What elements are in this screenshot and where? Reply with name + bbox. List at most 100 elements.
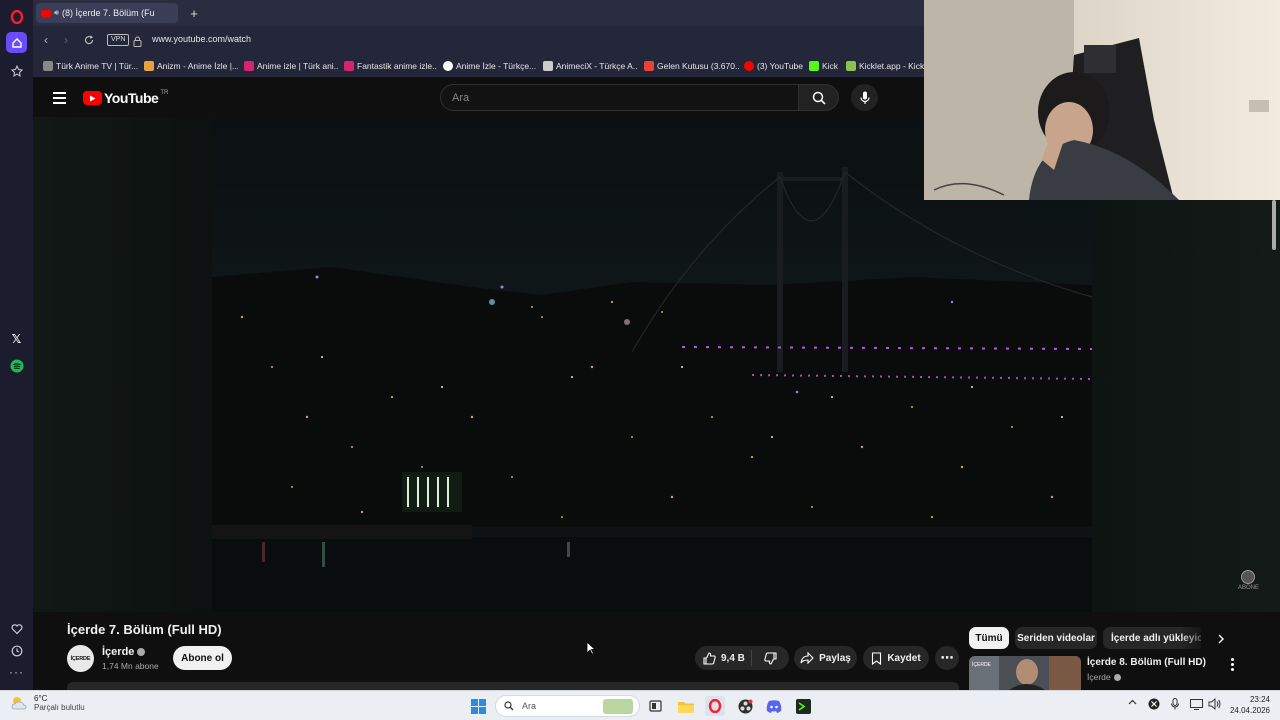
dislike-button[interactable] <box>752 651 788 665</box>
kick-icon <box>809 61 819 71</box>
bookmark-item[interactable]: Türk Anime TV | Tür... <box>43 59 138 73</box>
bookmark-favicon-icon <box>43 61 53 71</box>
subscribe-button[interactable]: Abone ol <box>173 646 232 670</box>
like-dislike-group: 9,4 B <box>695 646 789 670</box>
tray-app-icon[interactable] <box>1148 698 1160 713</box>
display-tray-icon[interactable] <box>1190 699 1203 713</box>
chevron-right-icon[interactable] <box>1212 630 1230 648</box>
tray-overflow-icon[interactable] <box>1128 698 1137 710</box>
browser-sidebar: 𝕏 ··· <box>0 0 33 690</box>
back-icon[interactable]: ‹ <box>38 32 54 48</box>
bookmark-item[interactable]: Gelen Kutusu (3.670... <box>644 59 739 73</box>
save-button[interactable]: Kaydet <box>863 646 929 670</box>
search-highlight-icon <box>603 699 633 714</box>
bookmark-item[interactable]: Kicklet.app - Kick ... <box>846 59 924 73</box>
history-icon[interactable] <box>6 640 27 661</box>
channel-avatar[interactable]: İÇERDE <box>67 645 94 672</box>
terminal-app-icon[interactable] <box>793 696 813 716</box>
url-field[interactable]: www.youtube.com/watch <box>152 34 251 44</box>
tab-title: (8) İçerde 7. Bölüm (Fu <box>62 8 155 18</box>
bookmark-favicon-icon <box>144 61 154 71</box>
volume-icon[interactable] <box>1208 697 1221 713</box>
bookmarks-bar: Türk Anime TV | Tür... Anizm - Anime İzl… <box>33 54 924 78</box>
svg-text:İÇERDE: İÇERDE <box>972 661 992 668</box>
opera-logo-icon[interactable] <box>6 6 27 27</box>
bookmark-item[interactable]: Anizm - Anime İzle |... <box>144 59 238 73</box>
microphone-tray-icon[interactable] <box>1171 698 1179 713</box>
new-tab-button[interactable]: + <box>185 4 203 22</box>
youtube-header: YouTube TR Ara <box>33 78 924 117</box>
speaker-icon: 🔊︎ <box>54 8 60 17</box>
chip-series-videos[interactable]: Seriden videolar <box>1015 627 1097 649</box>
bookmark-favicon-icon <box>543 61 553 71</box>
bookmark-item[interactable]: AnimeciX - Türkçe A... <box>543 59 638 73</box>
x-twitter-icon[interactable]: 𝕏 <box>6 328 27 349</box>
microphone-icon <box>859 91 870 104</box>
chips-fade <box>1180 627 1210 649</box>
partly-cloudy-icon <box>11 697 27 710</box>
bookmark-icon <box>872 651 882 665</box>
opera-browser-icon[interactable] <box>705 696 725 716</box>
windows-start-icon[interactable] <box>468 696 488 716</box>
search-icon <box>812 91 826 105</box>
discord-icon[interactable] <box>764 696 784 716</box>
spotify-icon[interactable] <box>6 355 27 376</box>
taskbar-search[interactable]: Ara <box>495 695 640 717</box>
menu-icon[interactable] <box>53 92 66 104</box>
tab-active[interactable]: 🔊︎ (8) İçerde 7. Bölüm (Fu <box>36 3 178 23</box>
subscriber-count: 1,74 Mn abone <box>102 661 159 671</box>
vpn-badge[interactable]: VPN <box>107 34 130 46</box>
channel-name[interactable]: İçerde <box>102 646 146 658</box>
next-video-channel[interactable]: İçerde <box>1087 672 1121 682</box>
watermark-subscribe[interactable]: ABONE <box>1238 570 1259 591</box>
obs-studio-icon[interactable] <box>735 696 755 716</box>
youtube-favicon-icon <box>41 9 51 17</box>
search-icon <box>504 701 514 711</box>
windows-taskbar: 6°C Parçalı bulutlu Ara 23:24 24.04.2026 <box>0 690 1280 720</box>
file-explorer-icon[interactable] <box>676 696 696 716</box>
heart-icon[interactable] <box>6 618 27 639</box>
pinboards-icon[interactable] <box>6 60 27 81</box>
thumbs-down-icon <box>763 651 777 665</box>
next-video-title[interactable]: İçerde 8. Bölüm (Full HD) <box>1087 657 1206 668</box>
more-options-icon[interactable]: ··· <box>6 661 27 682</box>
task-view-icon[interactable] <box>645 696 665 716</box>
gmail-icon <box>644 61 654 71</box>
search-input[interactable]: Ara <box>440 84 799 111</box>
home-icon[interactable] <box>6 32 27 53</box>
lock-icon[interactable] <box>133 34 142 52</box>
thumbs-up-icon <box>703 651 716 665</box>
bookmark-item[interactable]: Anime izle | Türk ani... <box>244 59 339 73</box>
youtube-favicon-icon <box>744 61 754 71</box>
voice-search-button[interactable] <box>851 84 878 111</box>
bookmark-favicon-icon <box>443 61 453 71</box>
video-title: İçerde 7. Bölüm (Full HD) <box>67 622 222 637</box>
forward-icon[interactable]: › <box>58 32 74 48</box>
mouse-cursor-icon <box>586 641 597 660</box>
search-button[interactable] <box>799 84 839 111</box>
like-button[interactable]: 9,4 B <box>695 651 751 665</box>
address-bar: ‹ › VPN www.youtube.com/watch <box>33 26 924 54</box>
description-box[interactable] <box>67 682 959 690</box>
share-icon <box>800 652 814 664</box>
verified-icon <box>137 648 146 656</box>
weather-widget[interactable]: 6°C Parçalı bulutlu <box>10 694 85 712</box>
scrollbar[interactable] <box>1272 200 1276 250</box>
reload-icon[interactable] <box>81 32 97 48</box>
webcam-overlay <box>924 0 1280 200</box>
bookmark-item[interactable]: (3) YouTube <box>744 59 804 73</box>
subscribe-watermark-icon <box>1241 570 1255 584</box>
youtube-play-icon <box>83 91 102 105</box>
share-button[interactable]: Paylaş <box>794 646 857 670</box>
clock[interactable]: 23:24 24.04.2026 <box>1225 695 1270 715</box>
bookmark-item[interactable]: Anime İzle - Türkçe... <box>443 59 537 73</box>
bookmark-item[interactable]: Fantastik anime izle... <box>344 59 437 73</box>
chip-all[interactable]: Tümü <box>969 627 1009 649</box>
more-actions-button[interactable]: ⋯ <box>935 646 959 670</box>
next-video-menu-icon[interactable] <box>1228 658 1236 671</box>
youtube-logo[interactable]: YouTube TR <box>83 90 168 106</box>
verified-icon <box>1113 673 1121 681</box>
bookmark-favicon-icon <box>344 61 354 71</box>
bookmark-item[interactable]: Kick <box>809 59 842 73</box>
next-video-thumbnail[interactable]: İÇERDE <box>969 656 1081 690</box>
